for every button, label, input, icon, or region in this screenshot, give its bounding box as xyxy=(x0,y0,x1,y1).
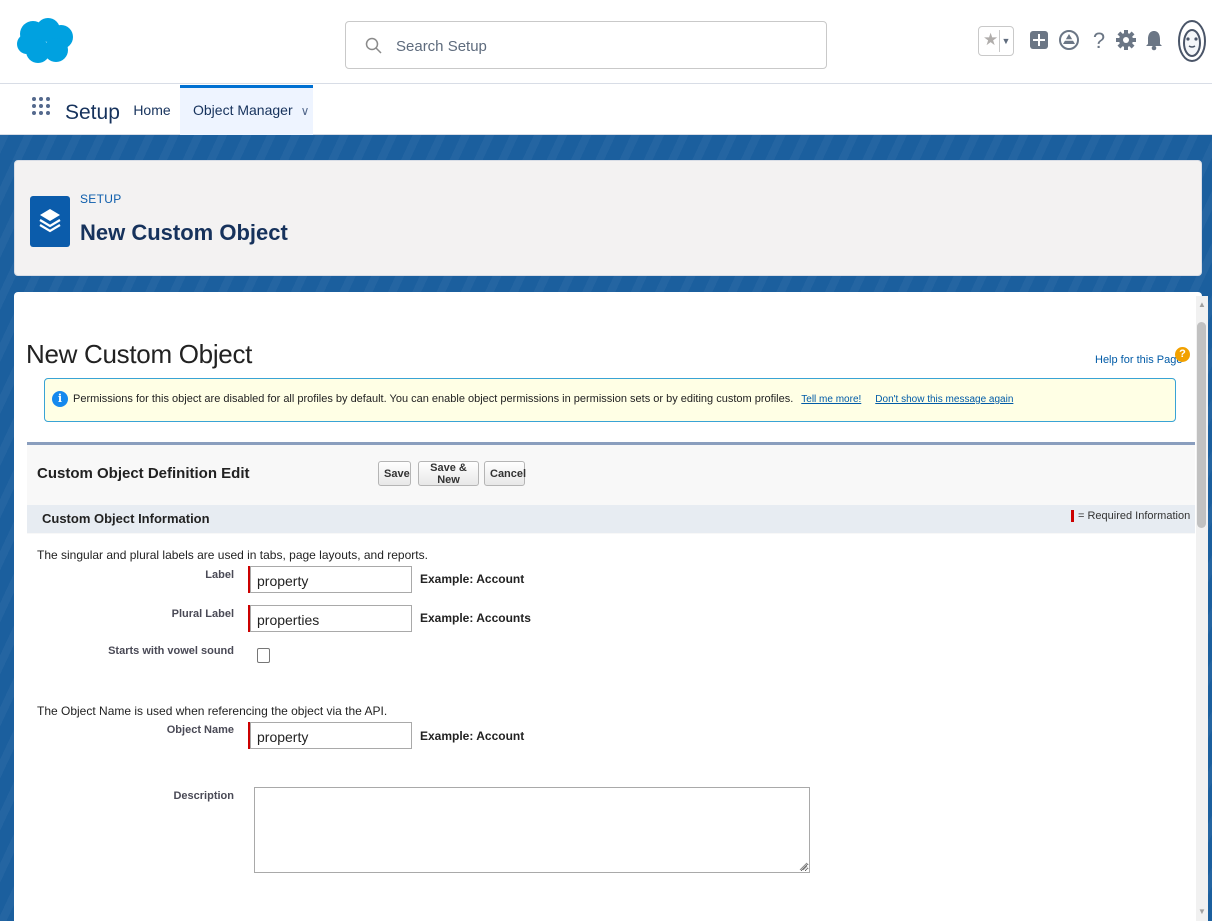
search-input[interactable] xyxy=(394,34,798,58)
info-message-text: Permissions for this object are disabled… xyxy=(73,393,1013,405)
permissions-info-message: i Permissions for this object are disabl… xyxy=(44,378,1176,422)
object-name-example: Example: Account xyxy=(420,729,525,743)
info-message-body: Permissions for this object are disabled… xyxy=(73,393,794,405)
page-header-card xyxy=(14,160,1202,276)
page-header-title: New Custom Object xyxy=(80,220,288,245)
vowel-sound-label: Starts with vowel sound xyxy=(108,645,234,657)
chevron-down-icon[interactable]: ∨ xyxy=(301,89,310,133)
plural-label-field-label: Plural Label xyxy=(171,608,234,620)
add-icon[interactable] xyxy=(1029,30,1049,50)
scroll-down-arrow-icon[interactable]: ▼ xyxy=(1198,907,1206,916)
favorites-menu-chevron-icon[interactable]: ▼ xyxy=(999,30,1012,52)
dont-show-again-link[interactable]: Don't show this message again xyxy=(875,394,1013,405)
trailhead-icon[interactable] xyxy=(1058,29,1080,51)
info-icon: i xyxy=(52,391,68,407)
tab-home-label: Home xyxy=(133,102,171,118)
svg-text:?: ? xyxy=(1093,28,1105,52)
help-question-icon[interactable]: ? xyxy=(1175,347,1190,362)
salesforce-cloud-logo[interactable] xyxy=(16,18,74,64)
setup-object-badge xyxy=(30,196,70,247)
app-name: Setup xyxy=(65,101,120,124)
search-icon xyxy=(365,37,382,54)
help-for-page-link[interactable]: Help for this Page xyxy=(1095,354,1182,366)
description-textarea[interactable] xyxy=(254,787,810,873)
required-information-legend: = Required Information xyxy=(1078,510,1191,522)
tell-me-more-link[interactable]: Tell me more! xyxy=(801,394,861,405)
app-launcher-icon[interactable] xyxy=(31,96,51,116)
tab-object-manager[interactable]: Object Manager ∨ xyxy=(180,85,313,135)
label-field-label: Label xyxy=(205,569,234,581)
bell-icon[interactable] xyxy=(1144,29,1164,51)
labels-help-text: The singular and plural labels are used … xyxy=(37,548,428,562)
description-field-label: Description xyxy=(173,790,234,802)
save-and-new-button[interactable]: Save & New xyxy=(418,461,479,486)
plural-label-example: Example: Accounts xyxy=(420,611,531,625)
object-name-input[interactable] xyxy=(250,722,412,749)
scroll-up-arrow-icon[interactable]: ▲ xyxy=(1198,300,1206,309)
save-button[interactable]: Save xyxy=(378,461,411,486)
label-input[interactable] xyxy=(250,566,412,593)
cancel-button[interactable]: Cancel xyxy=(484,461,526,486)
help-icon[interactable]: ? xyxy=(1090,28,1108,52)
tab-home[interactable]: Home xyxy=(124,85,180,135)
favorites-button[interactable]: ★ ▼ xyxy=(978,26,1014,56)
textarea-resize-grip-icon[interactable] xyxy=(798,861,808,871)
search-box[interactable] xyxy=(345,21,827,69)
layers-icon xyxy=(39,209,61,233)
global-header: ★ ▼ ? xyxy=(0,0,1212,84)
required-indicator-swatch xyxy=(1071,510,1074,522)
scrollbar-thumb[interactable] xyxy=(1197,322,1206,528)
favorites-star-icon: ★ xyxy=(983,30,999,49)
starts-with-vowel-checkbox[interactable] xyxy=(257,648,270,663)
section-title: Custom Object Information xyxy=(42,511,210,526)
avatar[interactable] xyxy=(1178,20,1206,62)
tab-object-manager-label: Object Manager xyxy=(193,102,293,118)
gear-icon[interactable] xyxy=(1115,29,1137,51)
page-title: New Custom Object xyxy=(26,339,253,370)
label-example: Example: Account xyxy=(420,572,525,586)
page-header-kicker: SETUP xyxy=(80,192,122,206)
object-name-field-label: Object Name xyxy=(166,724,234,736)
plural-label-input[interactable] xyxy=(250,605,412,632)
api-help-text: The Object Name is used when referencing… xyxy=(37,704,388,718)
form-block-title: Custom Object Definition Edit xyxy=(37,465,250,482)
